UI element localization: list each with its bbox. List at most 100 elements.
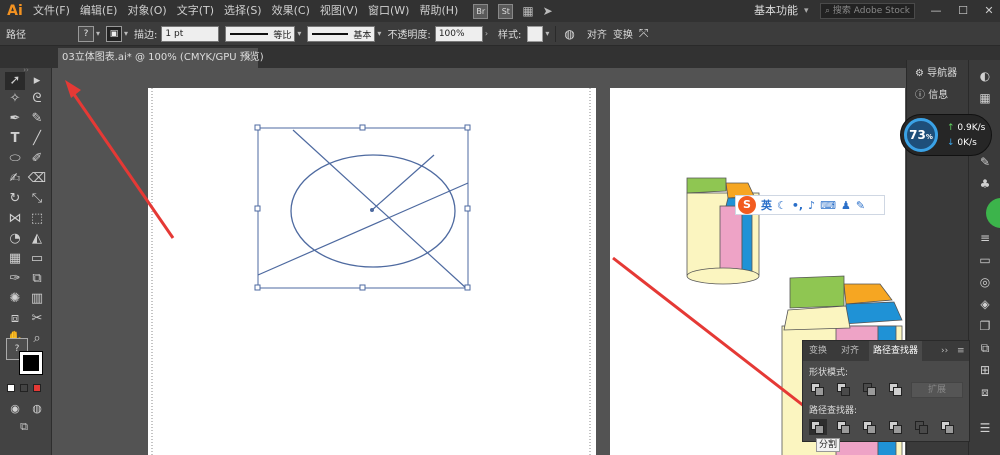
outline-button[interactable] xyxy=(913,419,931,435)
selection-tool-icon[interactable]: ➚ xyxy=(5,72,25,90)
close-icon[interactable]: ✕ xyxy=(978,0,1000,22)
tab-align[interactable]: 对齐 xyxy=(837,341,863,361)
color-panel-icon[interactable]: ◐ xyxy=(977,68,993,84)
panel-menu-icon[interactable]: ≡ xyxy=(953,341,969,361)
minus-front-button[interactable] xyxy=(835,381,853,397)
chevron-down-icon[interactable]: ▾ xyxy=(377,29,381,38)
direct-selection-tool-icon[interactable]: ▸ xyxy=(27,72,47,90)
blend-tool-icon[interactable]: ⧉ xyxy=(27,270,47,288)
transparency-panel-icon[interactable]: ◎ xyxy=(977,274,993,290)
eyedropper-tool-icon[interactable]: ✑ xyxy=(5,270,25,288)
default-fill-swatch[interactable] xyxy=(7,384,15,392)
menu-edit[interactable]: 编辑(E) xyxy=(75,0,123,22)
minimize-icon[interactable]: — xyxy=(925,0,947,22)
stroke-panel-icon[interactable]: ≡ xyxy=(977,230,993,246)
graphic-style-swatch[interactable] xyxy=(527,25,544,42)
appearance-panel-icon[interactable]: ◈ xyxy=(977,296,993,312)
microphone-icon[interactable]: ♪ xyxy=(808,199,815,212)
minus-back-button[interactable] xyxy=(939,419,957,435)
wrench-icon[interactable]: ✎ xyxy=(856,199,865,212)
stroke-color-box[interactable] xyxy=(19,351,43,375)
tab-pathfinder[interactable]: 路径查找器 xyxy=(869,341,923,361)
skin-icon[interactable]: ♟ xyxy=(841,199,851,212)
close-tab-button[interactable]: × xyxy=(244,48,252,68)
slice-tool-icon[interactable]: ✂ xyxy=(27,310,47,328)
stock-search-input[interactable]: ⌕ 搜索 Adobe Stock xyxy=(820,3,915,19)
perspective-grid-tool-icon[interactable]: ◭ xyxy=(27,230,47,248)
shape-builder-tool-icon[interactable]: ◔ xyxy=(5,230,25,248)
divide-button[interactable] xyxy=(809,419,827,435)
recolor-artwork-icon[interactable]: ◍ xyxy=(564,27,574,41)
chevron-down-icon[interactable]: ▾ xyxy=(804,0,809,22)
chevron-down-icon[interactable]: ▾ xyxy=(297,29,301,38)
unite-button[interactable] xyxy=(809,381,827,397)
align-panel-icon[interactable]: ⊞ xyxy=(977,362,993,378)
expand-button[interactable]: 扩展 xyxy=(911,382,963,398)
transform-button[interactable]: 变换 xyxy=(613,26,633,41)
zoom-tool-icon[interactable]: ⌕ xyxy=(27,330,47,348)
scale-tool-icon[interactable]: ⤡ xyxy=(27,190,47,208)
type-tool-icon[interactable]: T xyxy=(5,130,25,148)
workspace-switcher[interactable]: 基本功能 xyxy=(754,0,798,22)
swatches-panel-icon[interactable]: ▦ xyxy=(977,90,993,106)
artboards-panel-icon[interactable]: ⧉ xyxy=(977,340,993,356)
column-graph-tool-icon[interactable]: ▥ xyxy=(27,290,47,308)
stroke-label[interactable]: 描边: xyxy=(134,26,157,41)
menu-window[interactable]: 窗口(W) xyxy=(363,0,414,22)
network-speed-widget[interactable]: 73% ↑ 0.9K/s ↓ 0K/s xyxy=(900,114,992,156)
mesh-tool-icon[interactable]: ▦ xyxy=(5,250,25,268)
gradient-panel-icon[interactable]: ▭ xyxy=(977,252,993,268)
ellipse-tool-icon[interactable]: ⬭ xyxy=(5,150,25,168)
chevron-down-icon[interactable]: ▾ xyxy=(545,29,549,38)
artboard-tool-icon[interactable]: ⧈ xyxy=(5,310,25,328)
chevron-down-icon[interactable]: ▾ xyxy=(96,29,100,38)
bridge-button[interactable]: Br xyxy=(473,3,489,19)
symbols-panel-icon[interactable]: ♣ xyxy=(977,176,993,192)
align-button[interactable]: 对齐 xyxy=(587,26,607,41)
layers-panel-icon[interactable]: ❐ xyxy=(977,318,993,334)
drawing-mode-icon[interactable]: ◉ xyxy=(5,400,25,418)
menu-type[interactable]: 文字(T) xyxy=(172,0,219,22)
stroke-swatch[interactable]: ▣ xyxy=(106,25,123,42)
trim-button[interactable] xyxy=(835,419,853,435)
opacity-field[interactable]: 100% xyxy=(434,25,483,42)
punctuation-icon[interactable]: •, xyxy=(792,199,803,212)
tab-transform[interactable]: 变换 xyxy=(805,341,831,361)
free-transform-tool-icon[interactable]: ⬚ xyxy=(27,210,47,228)
canvas[interactable] xyxy=(53,68,905,455)
menu-file[interactable]: 文件(F) xyxy=(28,0,75,22)
isolate-object-icon[interactable]: ⤧ xyxy=(639,26,649,41)
magic-wand-tool-icon[interactable]: ✧ xyxy=(5,90,25,108)
gradient-swatch[interactable] xyxy=(20,384,28,392)
none-swatch[interactable] xyxy=(33,384,41,392)
variable-width-profile[interactable]: 等比 xyxy=(225,25,296,42)
symbol-sprayer-tool-icon[interactable]: ✺ xyxy=(5,290,25,308)
keyboard-icon[interactable]: ⌨ xyxy=(820,199,836,212)
intersect-button[interactable] xyxy=(861,381,879,397)
line-tool-icon[interactable]: ╱ xyxy=(27,130,47,148)
gpu-performance-icon[interactable]: ➤ xyxy=(543,4,553,18)
change-screen-mode-icon[interactable]: ⧉ xyxy=(14,418,34,436)
lasso-tool-icon[interactable]: ᘓ xyxy=(27,90,47,108)
ime-toolbar[interactable]: S 英 ☾ •, ♪ ⌨ ♟ ✎ xyxy=(735,195,885,215)
panel-menu-icon[interactable]: ☰ xyxy=(977,420,993,436)
gradient-tool-icon[interactable]: ▭ xyxy=(27,250,47,268)
stock-button[interactable]: St xyxy=(498,3,514,19)
menu-object[interactable]: 对象(O) xyxy=(122,0,171,22)
pen-tool-icon[interactable]: ✒ xyxy=(5,110,25,128)
navigator-panel-button[interactable]: ⚙ 导航器 xyxy=(915,64,971,84)
arrange-documents-icon[interactable]: ▦ xyxy=(522,4,533,18)
menu-view[interactable]: 视图(V) xyxy=(315,0,363,22)
opacity-label[interactable]: 不透明度: xyxy=(387,26,430,41)
pathfinder-panel-icon[interactable]: ⧈ xyxy=(977,384,993,400)
rotate-tool-icon[interactable]: ↻ xyxy=(5,190,25,208)
eraser-tool-icon[interactable]: ⌫ xyxy=(27,170,47,188)
screen-mode-icon[interactable]: ◍ xyxy=(27,400,47,418)
crop-button[interactable] xyxy=(887,419,905,435)
brush-definition[interactable]: 基本 xyxy=(307,25,376,42)
moon-icon[interactable]: ☾ xyxy=(777,199,787,212)
chevron-down-icon[interactable]: ▾ xyxy=(124,29,128,38)
menu-help[interactable]: 帮助(H) xyxy=(414,0,463,22)
document-tab[interactable]: 03立体图表.ai* @ 100% (CMYK/GPU 预览) × xyxy=(58,48,264,68)
exclude-button[interactable] xyxy=(887,381,905,397)
